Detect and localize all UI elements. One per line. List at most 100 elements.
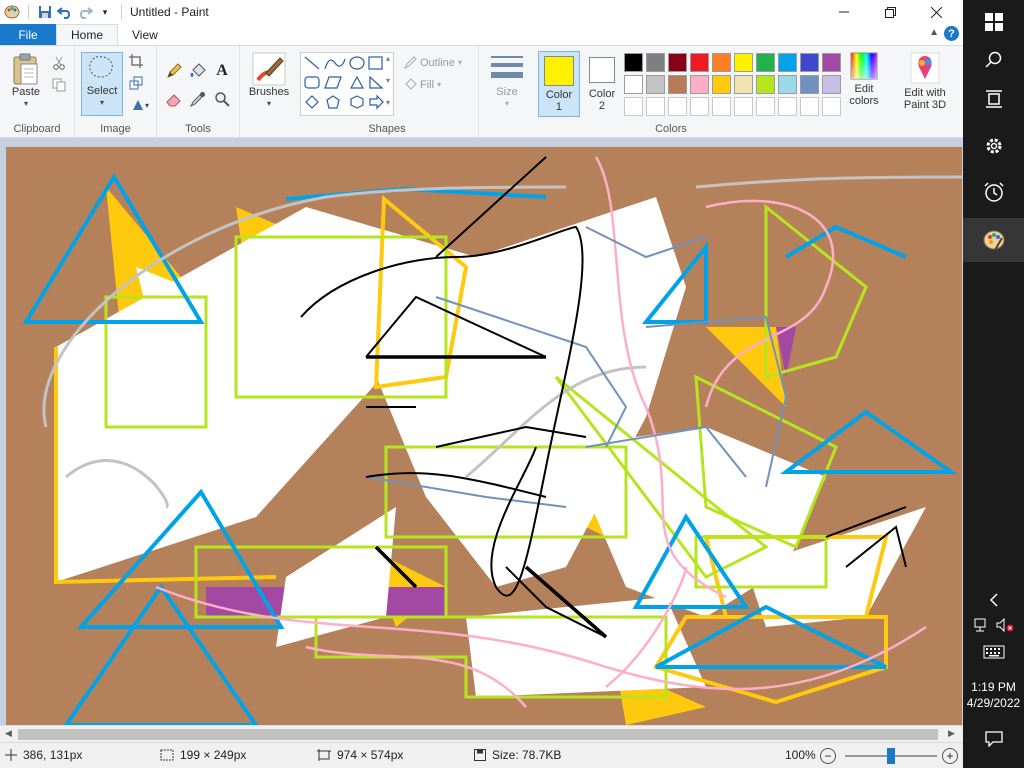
tab-file[interactable]: File: [0, 24, 56, 45]
shapes-gallery[interactable]: [300, 52, 394, 116]
shapes-group-label: Shapes: [368, 123, 406, 135]
select-icon: [89, 56, 113, 78]
outline-button[interactable]: Outline ▾: [404, 56, 462, 69]
palette-swatch[interactable]: [822, 53, 841, 72]
minimize-button[interactable]: [821, 0, 867, 24]
fill-icon: [405, 78, 417, 90]
crop-icon[interactable]: [127, 52, 145, 70]
size-button[interactable]: Size ▾: [487, 54, 527, 110]
palette-swatch[interactable]: [778, 75, 797, 94]
custom-color-slot[interactable]: [778, 97, 797, 116]
palette-swatch[interactable]: [822, 75, 841, 94]
maximize-button[interactable]: [867, 0, 913, 24]
cut-icon[interactable]: [50, 54, 68, 72]
custom-color-slot[interactable]: [756, 97, 775, 116]
scroll-left-icon[interactable]: ◀: [5, 728, 12, 739]
brush-icon: [252, 52, 286, 86]
horizontal-scrollbar[interactable]: ◀ ▶: [0, 725, 963, 742]
scroll-thumb[interactable]: [18, 729, 938, 740]
zoom-slider[interactable]: [845, 748, 937, 764]
settings-taskbar-button[interactable]: [963, 124, 1024, 168]
paste-button[interactable]: Paste ▾: [6, 52, 46, 110]
pencil-icon[interactable]: [165, 62, 183, 80]
alarms-taskbar-button[interactable]: [963, 170, 1024, 214]
zoom-out-icon[interactable]: −: [820, 748, 836, 764]
canvas-drawing: [22, 156, 962, 725]
shapes-scroll-down-icon[interactable]: ▾: [386, 76, 390, 85]
customize-qa-icon[interactable]: ▾: [95, 2, 115, 22]
fill-button[interactable]: Fill ▾: [404, 78, 441, 91]
zoom-slider-thumb[interactable]: [887, 748, 895, 764]
custom-color-slot[interactable]: [624, 97, 643, 116]
save-icon[interactable]: [35, 2, 55, 22]
palette-swatch[interactable]: [712, 75, 731, 94]
colors-group-label: Colors: [655, 123, 687, 135]
palette-swatch[interactable]: [690, 75, 709, 94]
palette-swatch[interactable]: [668, 75, 687, 94]
custom-color-slot[interactable]: [822, 97, 841, 116]
palette-swatch[interactable]: [734, 75, 753, 94]
custom-color-slot[interactable]: [668, 97, 687, 116]
paint-taskbar-button[interactable]: [963, 218, 1024, 262]
brushes-group: Brushes ▾: [240, 46, 296, 137]
palette-swatch[interactable]: [690, 53, 709, 72]
fill-label: Fill: [420, 78, 435, 91]
select-button[interactable]: Select ▾: [81, 52, 123, 116]
palette-swatch[interactable]: [712, 53, 731, 72]
outline-label: Outline: [420, 56, 455, 69]
custom-color-slot[interactable]: [646, 97, 665, 116]
edit-with-paint3d-button[interactable]: Edit with Paint 3D: [892, 52, 958, 111]
drawing-canvas[interactable]: [6, 147, 962, 725]
touch-keyboard-button[interactable]: [963, 630, 1024, 674]
color1-button[interactable]: Color 1: [538, 51, 580, 117]
shapes-more-icon[interactable]: ▾: [386, 98, 390, 107]
shapes-scroll-up-icon[interactable]: ▴: [386, 54, 390, 63]
image-group: Select ▾ ▾ Image: [75, 46, 157, 137]
eraser-icon[interactable]: [165, 90, 183, 108]
palette-swatch[interactable]: [756, 53, 775, 72]
edit-with-paint3d-label: Edit with Paint 3D: [903, 87, 947, 111]
palette-swatch[interactable]: [668, 53, 687, 72]
color2-button[interactable]: Color 2: [582, 51, 622, 117]
zoom-level: 100%: [785, 748, 816, 762]
custom-color-slot[interactable]: [734, 97, 753, 116]
taskbar-clock[interactable]: 1:19 PM 4/29/2022: [963, 679, 1024, 711]
task-view-button[interactable]: [963, 77, 1024, 121]
color2-label: Color 2: [588, 88, 616, 112]
image-size-text: 974 × 574px: [337, 748, 404, 762]
copy-icon[interactable]: [50, 76, 68, 94]
zoom-in-icon[interactable]: +: [942, 748, 958, 764]
magnifier-icon[interactable]: [213, 90, 231, 108]
rotate-icon[interactable]: ▾: [127, 96, 153, 114]
custom-color-slot[interactable]: [690, 97, 709, 116]
resize-icon[interactable]: [127, 74, 145, 92]
palette-swatch[interactable]: [734, 53, 753, 72]
color-picker-icon[interactable]: [189, 90, 207, 108]
palette-swatch[interactable]: [646, 75, 665, 94]
scroll-right-icon[interactable]: ▶: [948, 728, 955, 739]
text-tool-icon[interactable]: A: [213, 62, 231, 80]
palette-swatch[interactable]: [624, 75, 643, 94]
palette-swatch[interactable]: [624, 53, 643, 72]
undo-icon[interactable]: [55, 2, 75, 22]
custom-color-slot[interactable]: [800, 97, 819, 116]
palette-swatch[interactable]: [800, 75, 819, 94]
redo-icon[interactable]: [75, 2, 95, 22]
palette-swatch[interactable]: [756, 75, 775, 94]
tab-home[interactable]: Home: [56, 24, 119, 45]
action-center-button[interactable]: [963, 717, 1024, 761]
help-icon[interactable]: ?: [944, 26, 959, 41]
close-button[interactable]: [913, 0, 959, 24]
custom-color-slot[interactable]: [712, 97, 731, 116]
palette-swatch[interactable]: [800, 53, 819, 72]
collapse-ribbon-icon[interactable]: ▲: [929, 27, 939, 38]
tab-view[interactable]: View: [118, 24, 172, 45]
fill-bucket-icon[interactable]: [189, 62, 207, 80]
search-button[interactable]: [963, 38, 1024, 82]
palette-swatch[interactable]: [646, 53, 665, 72]
paint-app-icon[interactable]: [2, 2, 22, 22]
palette-swatch[interactable]: [778, 53, 797, 72]
edit-colors-button[interactable]: Edit colors: [842, 52, 886, 107]
canvas-workspace[interactable]: [0, 138, 963, 725]
brushes-button[interactable]: Brushes ▾: [246, 52, 292, 110]
